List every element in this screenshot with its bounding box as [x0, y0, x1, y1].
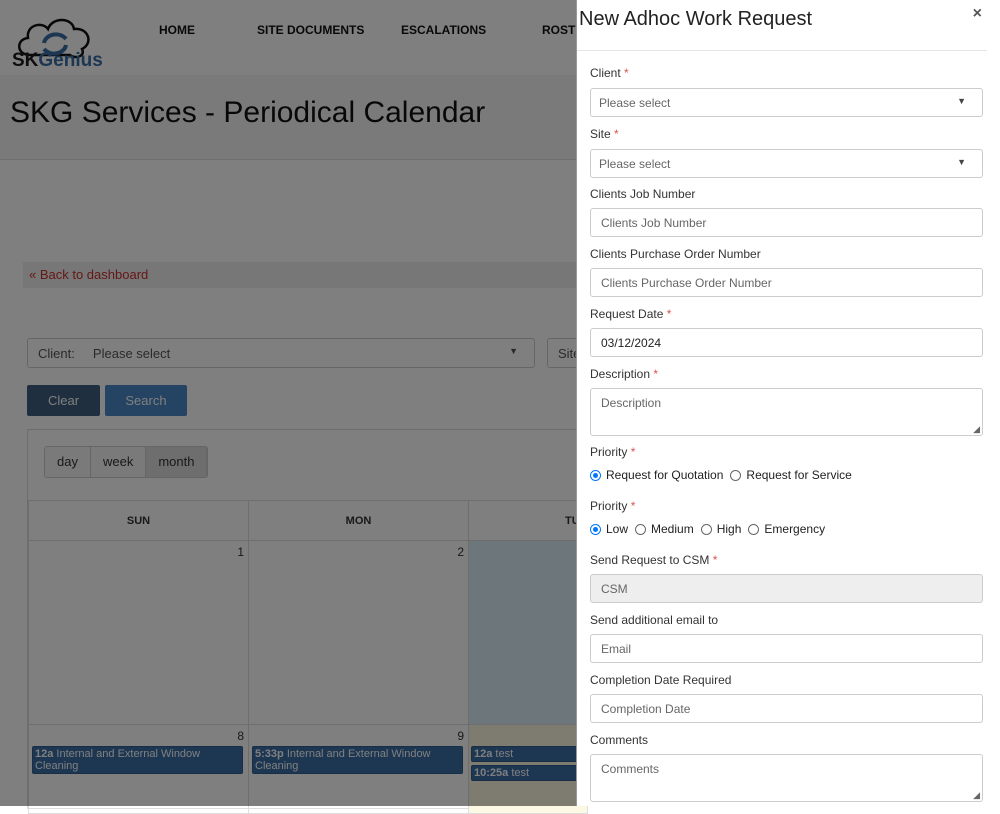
- priority-type-radio-group: Request for Quotation Request for Servic…: [590, 468, 856, 482]
- job-number-label: Clients Job Number: [590, 187, 696, 201]
- required-mark: *: [630, 445, 636, 459]
- required-mark: *: [624, 66, 629, 80]
- radio-high[interactable]: [700, 523, 712, 535]
- site-select-value: Please select: [599, 157, 671, 171]
- client-label: Client *: [590, 66, 629, 80]
- radio-label: Emergency: [764, 522, 826, 536]
- divider: [577, 50, 987, 51]
- radio-low[interactable]: [590, 523, 601, 535]
- chevron-down-icon: ▼: [957, 96, 966, 106]
- client-select-value: Please select: [599, 96, 671, 110]
- required-mark: *: [653, 367, 659, 381]
- description-textarea[interactable]: Description ◢: [590, 388, 983, 436]
- description-label: Description *: [590, 367, 658, 381]
- priority-type-label: Priority *: [590, 445, 635, 459]
- radio-emergency[interactable]: [748, 523, 760, 535]
- close-icon[interactable]: ×: [973, 5, 982, 23]
- client-label-text: Client: [590, 66, 621, 80]
- priority-level-label: Priority *: [590, 499, 635, 513]
- new-adhoc-work-request-modal: New Adhoc Work Request × Client * Please…: [576, 0, 1000, 806]
- request-date-label: Request Date *: [590, 307, 671, 321]
- radio-label: Request for Service: [746, 468, 852, 482]
- radio-label: High: [716, 522, 742, 536]
- required-mark: *: [712, 553, 718, 567]
- completion-date-input[interactable]: Completion Date: [590, 694, 983, 723]
- csm-input: CSM: [590, 574, 983, 603]
- resize-grip-icon[interactable]: ◢: [973, 790, 980, 801]
- po-number-input[interactable]: Clients Purchase Order Number: [590, 268, 983, 297]
- priority-level-radio-group: Low Medium High Emergency: [590, 522, 829, 536]
- site-label: Site *: [590, 127, 619, 141]
- csm-label: Send Request to CSM *: [590, 553, 717, 567]
- csm-label-text: Send Request to CSM: [590, 553, 710, 567]
- comments-label: Comments: [590, 733, 649, 747]
- radio-medium[interactable]: [635, 523, 647, 535]
- priority-type-label-text: Priority: [590, 445, 628, 459]
- description-label-text: Description: [590, 367, 651, 381]
- job-number-input[interactable]: Clients Job Number: [590, 208, 983, 237]
- modal-title: New Adhoc Work Request: [579, 8, 813, 30]
- radio-label: Request for Quotation: [606, 468, 724, 482]
- radio-label: Medium: [651, 522, 694, 536]
- email-label: Send additional email to: [590, 613, 719, 627]
- comments-placeholder: Comments: [601, 762, 660, 776]
- po-number-label: Clients Purchase Order Number: [590, 247, 761, 261]
- radio-request-for-quotation[interactable]: [590, 469, 601, 481]
- site-select[interactable]: Please select ▼: [590, 149, 983, 178]
- client-select[interactable]: Please select ▼: [590, 88, 983, 117]
- site-label-text: Site: [590, 127, 611, 141]
- resize-grip-icon[interactable]: ◢: [973, 424, 980, 435]
- radio-label: Low: [606, 522, 629, 536]
- priority-level-label-text: Priority: [590, 499, 628, 513]
- radio-request-for-service[interactable]: [730, 469, 742, 481]
- description-placeholder: Description: [601, 396, 662, 410]
- required-mark: *: [630, 499, 636, 513]
- completion-date-label: Completion Date Required: [590, 673, 732, 687]
- comments-textarea[interactable]: Comments ◢: [590, 754, 983, 802]
- email-input[interactable]: Email: [590, 634, 983, 663]
- chevron-down-icon: ▼: [957, 157, 966, 167]
- request-date-label-text: Request Date: [590, 307, 664, 321]
- required-mark: *: [666, 307, 672, 321]
- request-date-input[interactable]: 03/12/2024: [590, 328, 983, 357]
- required-mark: *: [614, 127, 619, 141]
